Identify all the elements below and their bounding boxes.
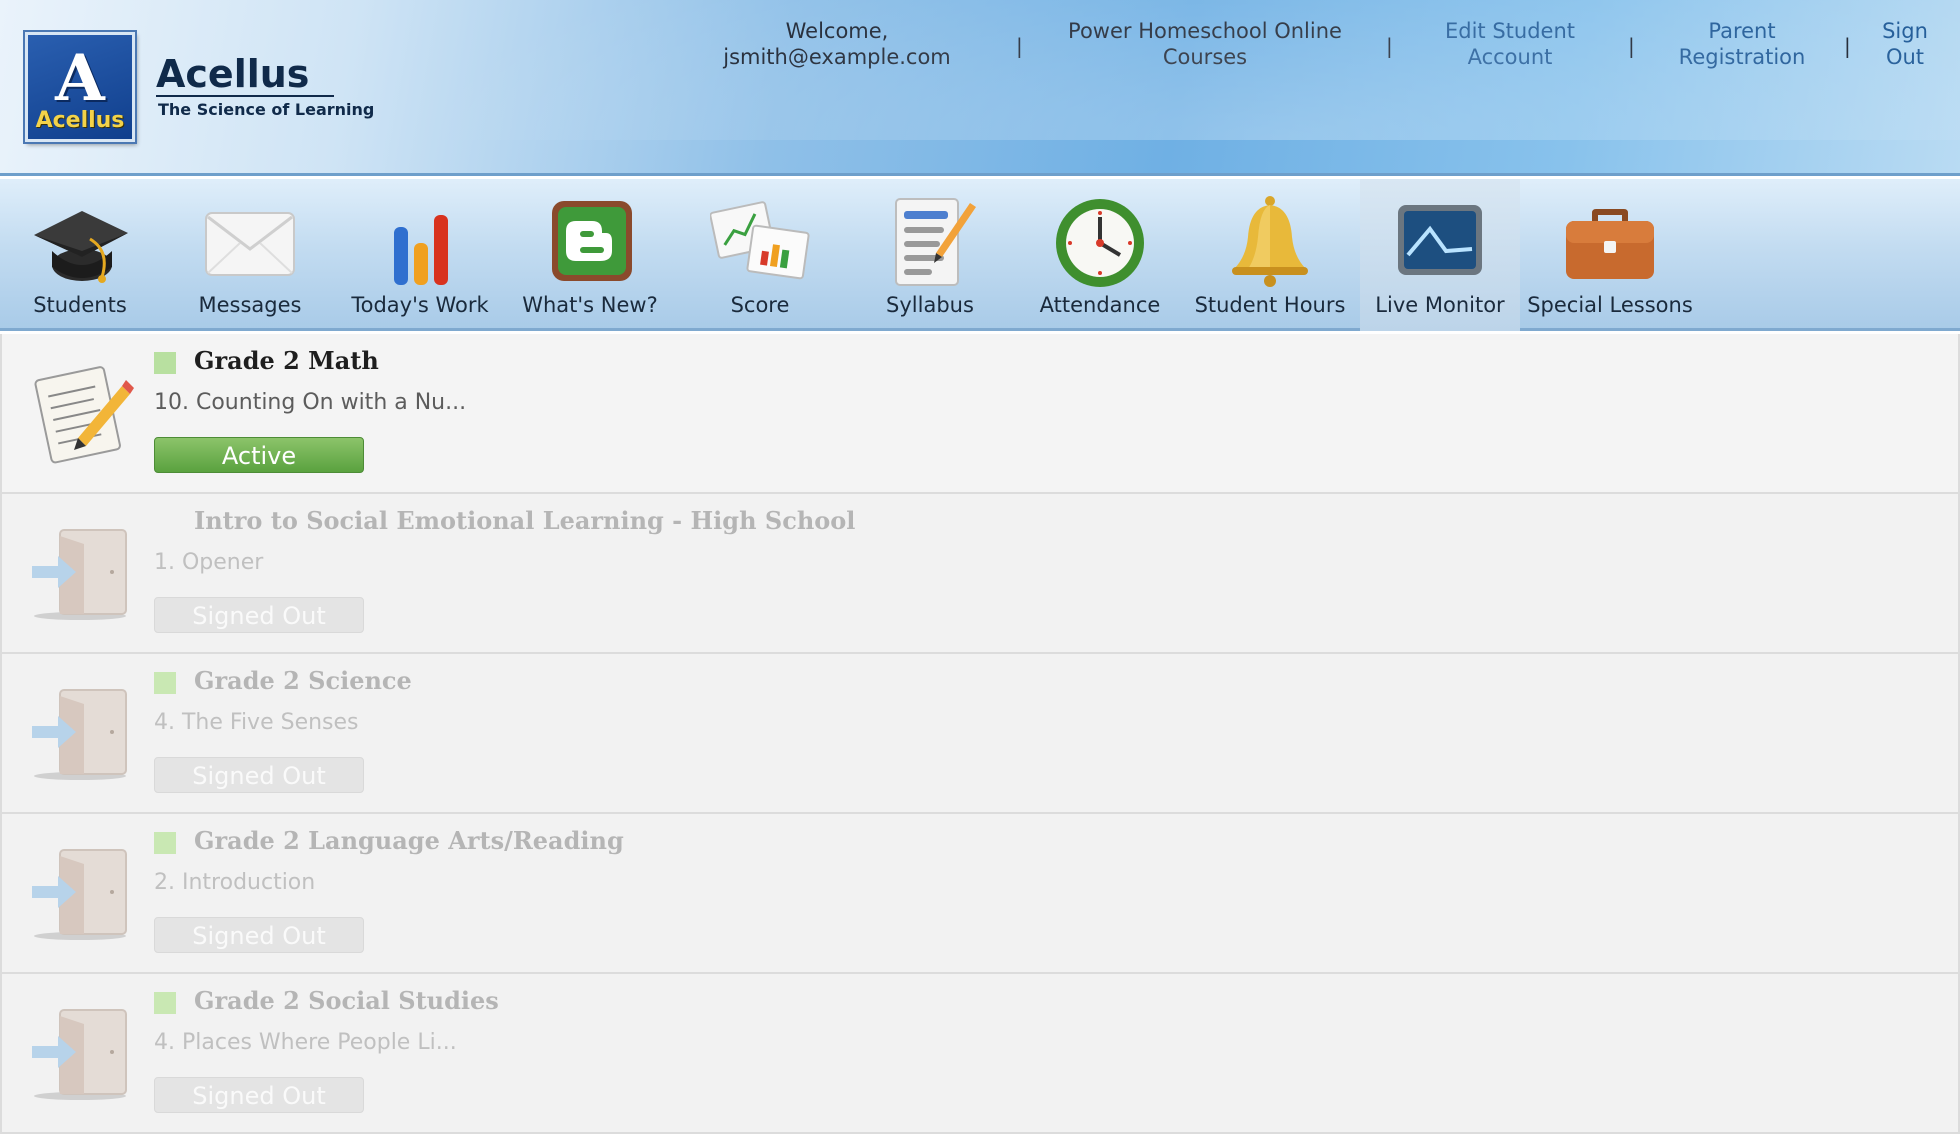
bar-chart-icon — [394, 215, 448, 285]
parent-link-line2: Registration — [1678, 45, 1806, 69]
toolbar-whats-new[interactable]: What's New? — [510, 179, 670, 331]
course-lesson: 4. Places Where People Li... — [154, 1030, 457, 1055]
welcome-text: Welcome, jsmith@example.com — [712, 18, 962, 70]
worksheet-pencil-icon — [34, 366, 134, 464]
toolbar-label: Student Hours — [1194, 293, 1346, 317]
edit-student-account-link[interactable]: Edit Student Account — [1430, 18, 1590, 70]
toolbar-score[interactable]: Score — [680, 179, 840, 331]
status-badge-signed-out[interactable]: Signed Out — [154, 757, 364, 793]
nav-separator: | — [1628, 34, 1635, 58]
course-lesson: 1. Opener — [154, 550, 264, 575]
courses-heading-line2: Courses — [1162, 45, 1248, 69]
edit-link-line1: Edit Student — [1444, 19, 1575, 43]
toolbar-live-monitor[interactable]: Live Monitor — [1360, 179, 1520, 331]
nav-separator: | — [1844, 34, 1851, 58]
toolbar-label: Today's Work — [351, 293, 489, 317]
syllabus-icon — [895, 198, 976, 286]
edit-link-line2: Account — [1467, 45, 1553, 69]
course-title[interactable]: Intro to Social Emotional Learning - Hig… — [194, 506, 855, 535]
sign-out-line1: Sign — [1882, 19, 1928, 43]
course-color-square — [154, 992, 176, 1014]
toolbar-student-hours[interactable]: Student Hours — [1190, 179, 1350, 331]
main-toolbar: Students Messages Today's Work What's Ne… — [0, 179, 1960, 331]
toolbar-special-lessons[interactable]: Special Lessons — [1527, 179, 1693, 331]
toolbar-label: Students — [33, 293, 127, 317]
clock-icon — [1056, 199, 1144, 287]
bell-icon — [1232, 196, 1308, 287]
briefcase-icon — [1566, 209, 1654, 279]
course-color-square — [154, 832, 176, 854]
score-charts-icon — [710, 201, 810, 280]
parent-registration-link[interactable]: Parent Registration — [1670, 18, 1814, 70]
course-lesson: 10. Counting On with a Nu... — [154, 390, 467, 415]
toolbar-label: Attendance — [1039, 293, 1161, 317]
toolbar-label: Messages — [198, 293, 302, 317]
toolbar-students[interactable]: Students — [0, 179, 160, 331]
blogger-icon — [552, 201, 632, 281]
logo-label: Acellus — [35, 108, 125, 133]
course-lesson: 2. Introduction — [154, 870, 316, 895]
courses-heading-line1: Power Homeschool Online — [1068, 19, 1342, 43]
exit-door-icon — [32, 849, 127, 940]
course-title[interactable]: Grade 2 Social Studies — [194, 986, 499, 1015]
envelope-icon — [205, 212, 295, 276]
toolbar-attendance[interactable]: Attendance — [1020, 179, 1180, 331]
welcome-email: jsmith@example.com — [723, 45, 951, 69]
toolbar-label: Syllabus — [886, 293, 974, 317]
brand-tagline: The Science of Learning — [158, 100, 375, 119]
brand-name: Acellus — [156, 52, 310, 96]
toolbar-syllabus[interactable]: Syllabus — [850, 179, 1010, 331]
course-row[interactable]: Grade 2 Social Studies 4. Places Where P… — [0, 974, 1960, 1134]
course-color-square — [154, 672, 176, 694]
status-badge-signed-out[interactable]: Signed Out — [154, 1077, 364, 1113]
graduation-cap-icon — [34, 211, 128, 283]
toolbar-label: Special Lessons — [1527, 293, 1693, 317]
course-lesson: 4. The Five Senses — [154, 710, 359, 735]
course-title[interactable]: Grade 2 Math — [194, 346, 379, 375]
sign-out-link[interactable]: Sign Out — [1872, 18, 1938, 70]
exit-door-icon — [32, 1009, 127, 1100]
course-title[interactable]: Grade 2 Science — [194, 666, 412, 695]
course-row[interactable]: Intro to Social Emotional Learning - Hig… — [0, 494, 1960, 654]
course-title[interactable]: Grade 2 Language Arts/Reading — [194, 826, 624, 855]
courses-heading: Power Homeschool Online Courses — [1060, 18, 1350, 70]
exit-door-icon — [32, 529, 127, 620]
course-row[interactable]: Grade 2 Language Arts/Reading 2. Introdu… — [0, 814, 1960, 974]
toolbar-label: What's New? — [522, 293, 658, 317]
acellus-logo[interactable]: A Acellus — [25, 32, 135, 142]
monitor-icon — [1398, 205, 1482, 275]
sign-out-line2: Out — [1885, 45, 1925, 69]
parent-link-line1: Parent — [1708, 19, 1776, 43]
nav-separator: | — [1386, 34, 1393, 58]
status-badge-signed-out[interactable]: Signed Out — [154, 597, 364, 633]
status-badge-signed-out[interactable]: Signed Out — [154, 917, 364, 953]
course-color-square — [154, 352, 176, 374]
course-row[interactable]: Grade 2 Science 4. The Five Senses Signe… — [0, 654, 1960, 814]
header: A Acellus Acellus The Science of Learnin… — [0, 0, 1960, 176]
nav-separator: | — [1016, 34, 1023, 58]
toolbar-todays-work[interactable]: Today's Work — [340, 179, 500, 331]
brand-underline — [156, 95, 334, 97]
status-badge-active[interactable]: Active — [154, 437, 364, 473]
toolbar-label: Live Monitor — [1375, 293, 1505, 317]
exit-door-icon — [32, 689, 127, 780]
toolbar-messages[interactable]: Messages — [170, 179, 330, 331]
welcome-label: Welcome, — [785, 19, 889, 43]
toolbar-label: Score — [730, 293, 790, 317]
course-row[interactable]: Grade 2 Math 10. Counting On with a Nu..… — [0, 334, 1960, 494]
logo-letter: A — [55, 41, 105, 116]
